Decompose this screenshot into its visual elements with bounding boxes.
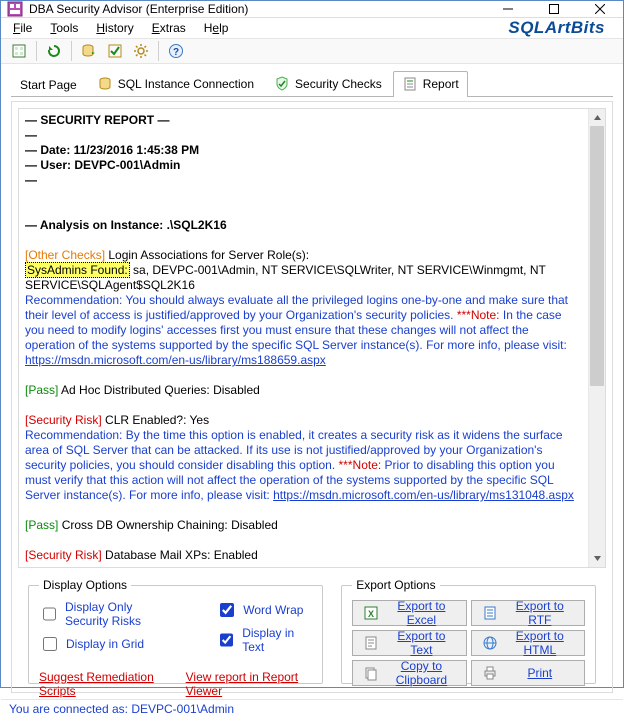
msdn-link[interactable]: https://msdn.microsoft.com/en-us/library…	[273, 488, 574, 502]
link-suggest-scripts[interactable]: Suggest Remediation Scripts	[39, 670, 168, 698]
report-pane: — SECURITY REPORT — — — Date: 11/23/2016…	[18, 108, 606, 568]
menu-help[interactable]: Help	[204, 21, 229, 35]
report-line: SysAdmins Found: sa, DEVPC-001\Admin, NT…	[25, 263, 582, 293]
toolbar-separator	[36, 41, 37, 61]
report-line: [Pass] Ad Hoc Distributed Queries: Disab…	[25, 383, 582, 398]
display-options-group: Display Options Display Only Security Ri…	[28, 578, 323, 684]
svg-text:X: X	[368, 609, 374, 619]
report-text[interactable]: — SECURITY REPORT — — — Date: 11/23/2016…	[19, 109, 588, 567]
toolbar-check-icon[interactable]	[103, 39, 127, 63]
checkbox-input[interactable]	[220, 603, 234, 617]
checkbox-in-grid[interactable]: Display in Grid	[39, 634, 176, 654]
msdn-link[interactable]: https://msdn.microsoft.com/en-us/library…	[25, 353, 326, 367]
checkbox-word-wrap[interactable]: Word Wrap	[216, 600, 312, 620]
brand-logo: SQLArtBits	[508, 18, 611, 38]
tab-content: — SECURITY REPORT — — — Date: 11/23/2016…	[11, 101, 613, 693]
tag-risk: [Security Risk]	[25, 413, 102, 427]
menu-history[interactable]: History	[96, 21, 133, 35]
app-icon	[7, 1, 23, 17]
printer-icon	[482, 665, 498, 681]
report-line: [Security Risk] Database Mail XPs: Enabl…	[25, 548, 582, 563]
scroll-track[interactable]	[589, 126, 605, 550]
toolbar-separator	[71, 41, 72, 61]
menu-file[interactable]: File	[13, 21, 32, 35]
options-row: Display Options Display Only Security Ri…	[12, 574, 612, 692]
report-line: [Security Risk] CLR Enabled?: Yes	[25, 413, 582, 428]
tag-risk: [Security Risk]	[25, 548, 102, 562]
app-window: DBA Security Advisor (Enterprise Edition…	[0, 0, 624, 688]
export-options-group: Export Options X Export to Excel Export …	[341, 578, 596, 684]
report-date: — Date: 11/23/2016 1:45:38 PM	[25, 143, 582, 158]
link-view-report[interactable]: View report in Report Viewer	[186, 670, 313, 698]
excel-icon: X	[363, 605, 379, 621]
display-options-legend: Display Options	[39, 578, 131, 592]
menu-extras[interactable]: Extras	[152, 21, 186, 35]
checkbox-input[interactable]	[43, 637, 57, 651]
menu-bar: File Tools History Extras Help SQLArtBit…	[1, 18, 623, 38]
tab-strip: Start Page SQL Instance Connection Secur…	[1, 64, 623, 97]
vertical-scrollbar[interactable]	[588, 109, 605, 567]
status-bar: You are connected as: DEVPC-001\Admin	[1, 699, 623, 718]
print-button[interactable]: Print	[471, 660, 585, 686]
report-heading: — SECURITY REPORT —	[25, 113, 582, 128]
report-icon	[402, 76, 418, 92]
highlight-sysadmins: SysAdmins Found:	[25, 262, 130, 278]
svg-text:?: ?	[173, 47, 179, 58]
maximize-button[interactable]	[531, 1, 577, 17]
window-title: DBA Security Advisor (Enterprise Edition…	[29, 2, 485, 16]
close-button[interactable]	[577, 1, 623, 17]
toolbar-home-icon[interactable]	[7, 39, 31, 63]
tab-security-checks[interactable]: Security Checks	[265, 71, 391, 97]
scroll-down-icon[interactable]	[589, 550, 605, 567]
toolbar-gear-icon[interactable]	[129, 39, 153, 63]
export-rtf-button[interactable]: Export to RTF	[471, 600, 585, 626]
tab-report[interactable]: Report	[393, 71, 468, 97]
tab-label: Security Checks	[295, 77, 382, 91]
report-dash: —	[25, 128, 582, 143]
database-icon	[97, 76, 113, 92]
globe-icon	[482, 635, 498, 651]
export-excel-button[interactable]: X Export to Excel	[352, 600, 466, 626]
tab-label: Start Page	[20, 78, 77, 92]
report-analysis: — Analysis on Instance: .\SQL2K16	[25, 218, 582, 233]
tab-label: SQL Instance Connection	[118, 77, 254, 91]
minimize-button[interactable]	[485, 1, 531, 17]
tab-sql-connection[interactable]: SQL Instance Connection	[88, 71, 263, 97]
toolbar-help-icon[interactable]: ?	[164, 39, 188, 63]
checkbox-only-risks[interactable]: Display Only Security Risks	[39, 600, 176, 628]
toolbar-refresh-icon[interactable]	[42, 39, 66, 63]
status-text: You are connected as: DEVPC-001\Admin	[9, 702, 234, 716]
tab-start-page[interactable]: Start Page	[11, 73, 86, 97]
export-options-legend: Export Options	[352, 578, 439, 592]
window-controls	[485, 1, 623, 17]
shield-check-icon	[274, 76, 290, 92]
text-icon	[363, 635, 379, 651]
clipboard-icon	[363, 665, 379, 681]
export-text-button[interactable]: Export to Text	[352, 630, 466, 656]
report-line: [Other Checks] Login Associations for Se…	[25, 248, 582, 263]
checkbox-input[interactable]	[220, 633, 233, 647]
report-dash: —	[25, 173, 582, 188]
title-bar: DBA Security Advisor (Enterprise Edition…	[1, 1, 623, 18]
report-line: [Pass] Cross DB Ownership Chaining: Disa…	[25, 518, 582, 533]
toolbar: ?	[1, 38, 623, 64]
tag-other-checks: [Other Checks]	[25, 248, 105, 262]
copy-clipboard-button[interactable]: Copy to Clipboard	[352, 660, 466, 686]
checkbox-in-text[interactable]: Display in Text	[216, 626, 312, 654]
checkbox-input[interactable]	[43, 607, 56, 621]
tag-pass: [Pass]	[25, 518, 58, 532]
toolbar-separator	[158, 41, 159, 61]
report-recommendation: Recommendation: By the time this option …	[25, 428, 582, 503]
scroll-up-icon[interactable]	[589, 109, 605, 126]
scroll-thumb[interactable]	[590, 126, 604, 386]
report-user: — User: DEVPC-001\Admin	[25, 158, 582, 173]
toolbar-db-icon[interactable]	[77, 39, 101, 63]
menu-tools[interactable]: Tools	[50, 21, 78, 35]
rtf-icon	[482, 605, 498, 621]
tab-label: Report	[423, 77, 459, 91]
report-recommendation: Recommendation: You should always evalua…	[25, 293, 582, 368]
export-html-button[interactable]: Export to HTML	[471, 630, 585, 656]
tag-pass: [Pass]	[25, 383, 58, 397]
